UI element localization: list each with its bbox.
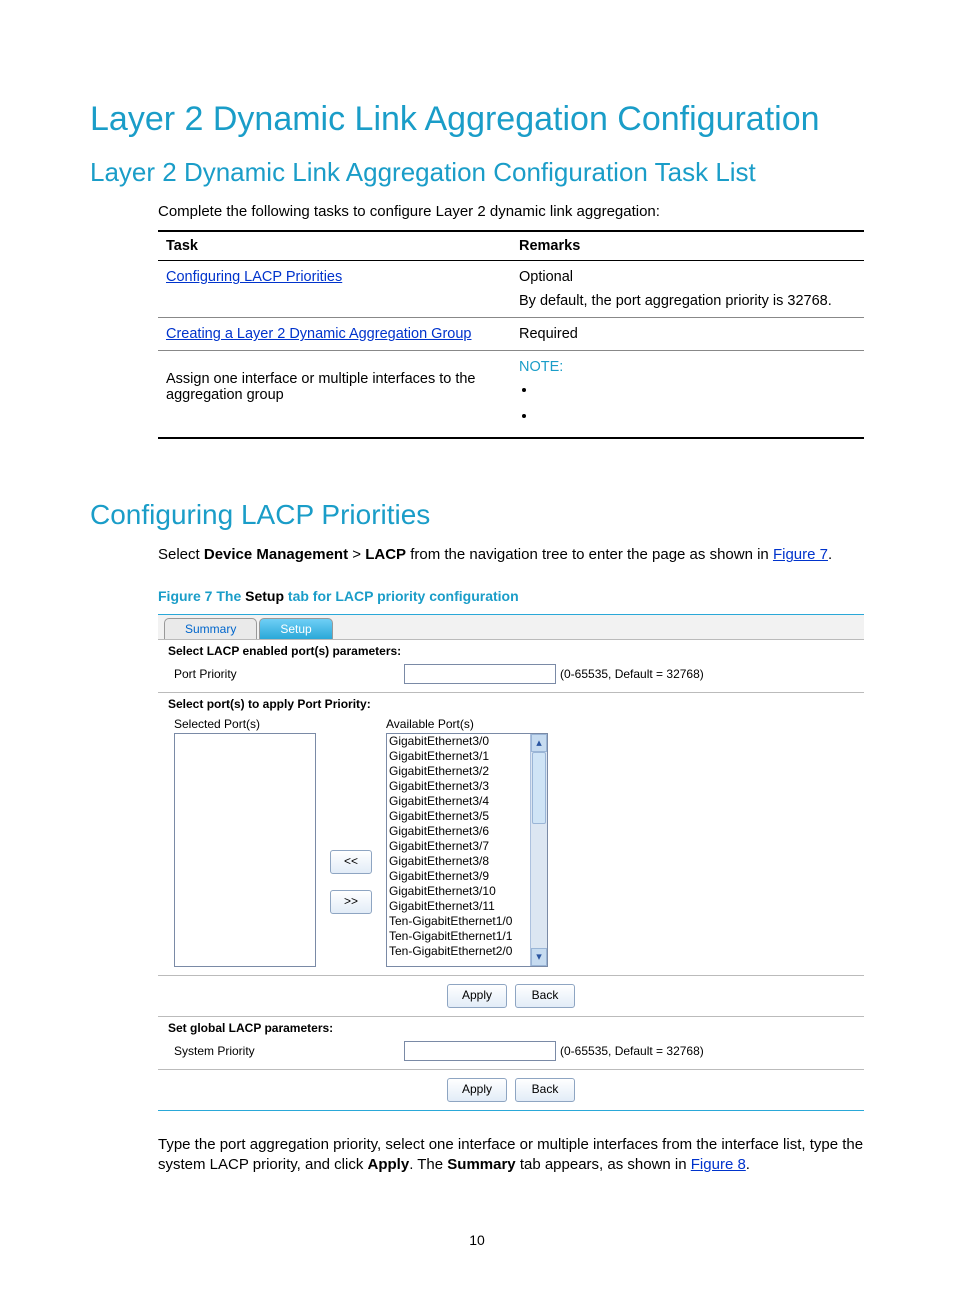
- move-left-button[interactable]: <<: [330, 850, 372, 874]
- section-intro: Select Device Management > LACP from the…: [158, 545, 864, 565]
- task-header: Task: [158, 231, 511, 261]
- list-item[interactable]: GigabitEthernet3/8: [387, 854, 547, 869]
- list-item[interactable]: GigabitEthernet3/3: [387, 779, 547, 794]
- list-item[interactable]: Ten-GigabitEthernet2/0: [387, 944, 547, 959]
- port-selection-block: Selected Port(s) << >> Available Port(s)…: [158, 713, 864, 976]
- selected-ports-listbox[interactable]: [174, 733, 316, 967]
- list-item[interactable]: GigabitEthernet3/10: [387, 884, 547, 899]
- page-number: 10: [0, 1232, 954, 1248]
- remarks-required: Required: [511, 318, 864, 351]
- figure-caption: Figure 7 The Setup tab for LACP priority…: [158, 588, 864, 604]
- list-item[interactable]: GigabitEthernet3/2: [387, 764, 547, 779]
- task-link-lacp-priorities[interactable]: Configuring LACP Priorities: [166, 269, 342, 285]
- task-assign-text: Assign one interface or multiple interfa…: [166, 371, 476, 403]
- figure-7-link[interactable]: Figure 7: [773, 546, 828, 563]
- system-priority-label: System Priority: [174, 1044, 404, 1058]
- select-params-header: Select LACP enabled port(s) parameters:: [158, 640, 864, 660]
- list-item[interactable]: GigabitEthernet3/0: [387, 734, 547, 749]
- task-table: Task Remarks Configuring LACP Priorities…: [158, 230, 864, 439]
- tab-setup[interactable]: Setup: [259, 618, 332, 639]
- remarks-optional: Optional: [519, 269, 856, 285]
- intro-text: Complete the following tasks to configur…: [158, 202, 864, 222]
- list-item[interactable]: GigabitEthernet3/7: [387, 839, 547, 854]
- scrollbar[interactable]: ▴ ▾: [530, 734, 547, 966]
- list-item[interactable]: GigabitEthernet3/9: [387, 869, 547, 884]
- scroll-up-icon[interactable]: ▴: [531, 734, 547, 752]
- back-button[interactable]: Back: [515, 984, 575, 1008]
- list-item[interactable]: Ten-GigabitEthernet1/0: [387, 914, 547, 929]
- list-item[interactable]: GigabitEthernet3/6: [387, 824, 547, 839]
- note-label: NOTE:: [519, 359, 856, 375]
- list-item[interactable]: GigabitEthernet3/5: [387, 809, 547, 824]
- list-item[interactable]: GigabitEthernet3/1: [387, 749, 547, 764]
- note-bullet: [537, 403, 856, 429]
- system-priority-hint: (0-65535, Default = 32768): [560, 1044, 704, 1058]
- section-configuring-lacp: Configuring LACP Priorities: [90, 499, 864, 531]
- system-priority-input[interactable]: [404, 1041, 556, 1061]
- apply-button[interactable]: Apply: [447, 984, 507, 1008]
- list-item[interactable]: Ten-GigabitEthernet1/1: [387, 929, 547, 944]
- task-link-create-group[interactable]: Creating a Layer 2 Dynamic Aggregation G…: [166, 326, 471, 342]
- port-priority-hint: (0-65535, Default = 32768): [560, 667, 704, 681]
- figure-8-link[interactable]: Figure 8: [691, 1156, 746, 1173]
- list-item[interactable]: GigabitEthernet3/4: [387, 794, 547, 809]
- closing-paragraph: Type the port aggregation priority, sele…: [158, 1135, 864, 1176]
- tab-summary[interactable]: Summary: [164, 618, 257, 639]
- remarks-header: Remarks: [511, 231, 864, 261]
- select-ports-header: Select port(s) to apply Port Priority:: [158, 693, 864, 713]
- list-item[interactable]: GigabitEthernet3/11: [387, 899, 547, 914]
- port-priority-label: Port Priority: [174, 667, 404, 681]
- scroll-down-icon[interactable]: ▾: [531, 948, 547, 966]
- port-priority-input[interactable]: [404, 664, 556, 684]
- selected-ports-label: Selected Port(s): [174, 717, 316, 731]
- back-button-global[interactable]: Back: [515, 1078, 575, 1102]
- available-ports-listbox[interactable]: GigabitEthernet3/0GigabitEthernet3/1Giga…: [386, 733, 548, 967]
- note-bullet: [537, 377, 856, 403]
- subtitle: Layer 2 Dynamic Link Aggregation Configu…: [90, 157, 864, 188]
- tab-bar: Summary Setup: [158, 615, 864, 640]
- apply-button-global[interactable]: Apply: [447, 1078, 507, 1102]
- global-params-header: Set global LACP parameters:: [158, 1016, 864, 1037]
- move-right-button[interactable]: >>: [330, 890, 372, 914]
- scroll-thumb[interactable]: [532, 752, 546, 824]
- available-ports-label: Available Port(s): [386, 717, 548, 731]
- page-title: Layer 2 Dynamic Link Aggregation Configu…: [90, 100, 864, 139]
- lacp-setup-figure: Summary Setup Select LACP enabled port(s…: [158, 614, 864, 1111]
- remarks-default: By default, the port aggregation priorit…: [519, 293, 856, 309]
